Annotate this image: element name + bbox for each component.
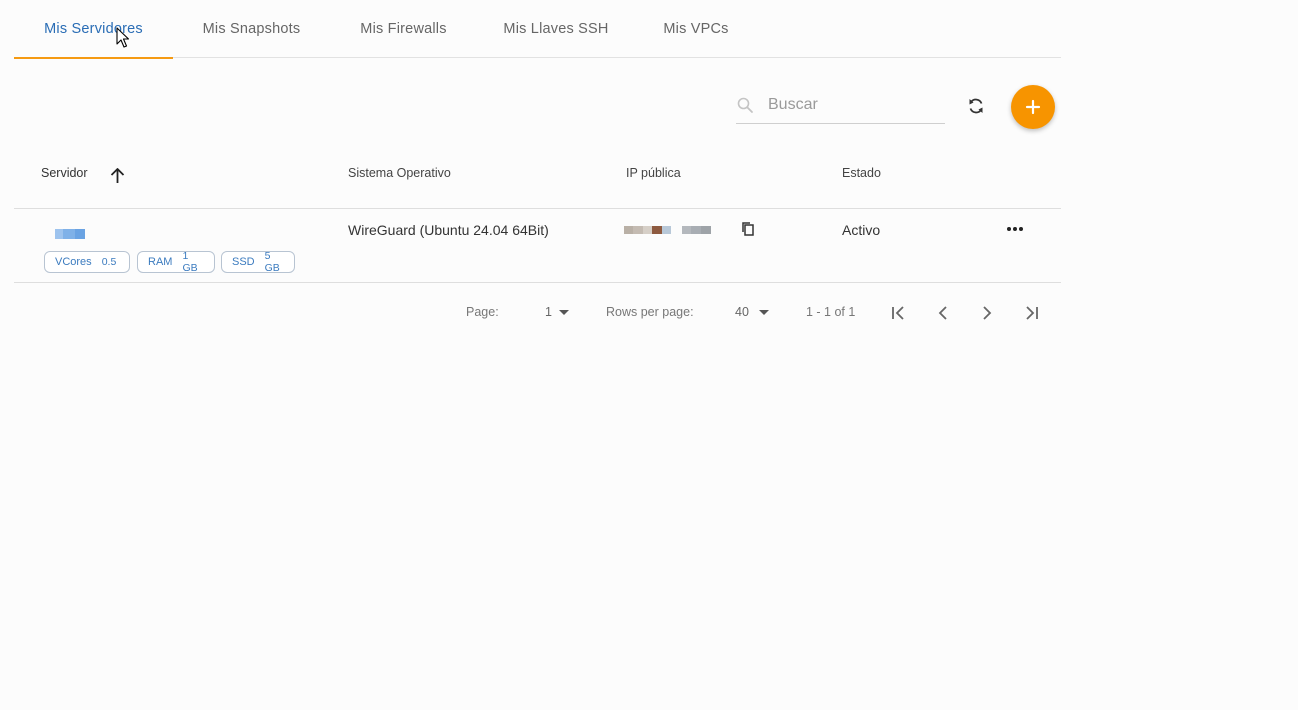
app-root: Mis Servidores Mis Snapshots Mis Firewal… — [0, 0, 1298, 710]
row-divider — [14, 282, 1061, 283]
chip-value: 0.5 — [101, 256, 117, 268]
chip-value: 1 GB — [182, 250, 198, 274]
header-divider — [14, 208, 1061, 209]
tab-bar: Mis Servidores Mis Snapshots Mis Firewal… — [14, 0, 1061, 59]
copy-icon[interactable] — [740, 221, 756, 237]
arrow-up-icon[interactable] — [108, 166, 127, 185]
chevron-down-icon[interactable] — [559, 310, 569, 315]
column-header-ip-publica[interactable]: IP pública — [626, 166, 681, 180]
more-options-icon[interactable] — [1002, 221, 1028, 237]
chip-value: 5 GB — [264, 250, 280, 274]
status-cell: Activo — [842, 222, 881, 238]
chip-label: VCores — [55, 256, 92, 268]
refresh-button[interactable] — [962, 92, 990, 120]
server-name-redacted[interactable] — [55, 229, 85, 239]
tab-mis-llaves-ssh[interactable]: Mis Llaves SSH — [486, 0, 626, 58]
pagination-range: 1 - 1 of 1 — [806, 305, 856, 319]
page-select[interactable]: 1 — [545, 305, 552, 319]
tab-mis-snapshots[interactable]: Mis Snapshots — [184, 0, 319, 58]
tab-mis-servidores[interactable]: Mis Servidores — [14, 0, 173, 59]
ip-address-redacted — [624, 226, 711, 234]
page-label: Page: — [466, 305, 499, 319]
chevron-down-icon[interactable] — [759, 310, 769, 315]
search-icon — [737, 97, 753, 113]
add-server-button[interactable] — [1011, 85, 1055, 129]
os-cell: WireGuard (Ubuntu 24.04 64Bit) — [348, 222, 549, 238]
plus-icon — [1025, 99, 1041, 115]
chip-label: RAM — [148, 256, 173, 268]
tab-mis-firewalls[interactable]: Mis Firewalls — [341, 0, 466, 58]
mouse-cursor-icon — [116, 27, 130, 48]
tab-mis-vpcs[interactable]: Mis VPCs — [646, 0, 746, 58]
first-page-icon[interactable] — [889, 303, 909, 323]
chip-label: SSD — [232, 256, 255, 268]
spec-chip-ssd: SSD 5 GB — [221, 250, 295, 274]
column-header-estado[interactable]: Estado — [842, 166, 881, 180]
search-box — [736, 88, 945, 124]
column-header-servidor[interactable]: Servidor — [41, 166, 88, 180]
refresh-icon — [969, 98, 983, 114]
rows-per-page-label: Rows per page: — [606, 305, 694, 319]
spec-chip-vcores: VCores 0.5 — [44, 251, 130, 273]
column-header-sistema-operativo[interactable]: Sistema Operativo — [348, 166, 451, 180]
search-input[interactable] — [768, 92, 943, 118]
last-page-icon[interactable] — [1021, 303, 1041, 323]
previous-page-icon[interactable] — [933, 303, 953, 323]
rows-per-page-select[interactable]: 40 — [735, 305, 749, 319]
next-page-icon[interactable] — [977, 303, 997, 323]
spec-chip-ram: RAM 1 GB — [137, 250, 215, 274]
